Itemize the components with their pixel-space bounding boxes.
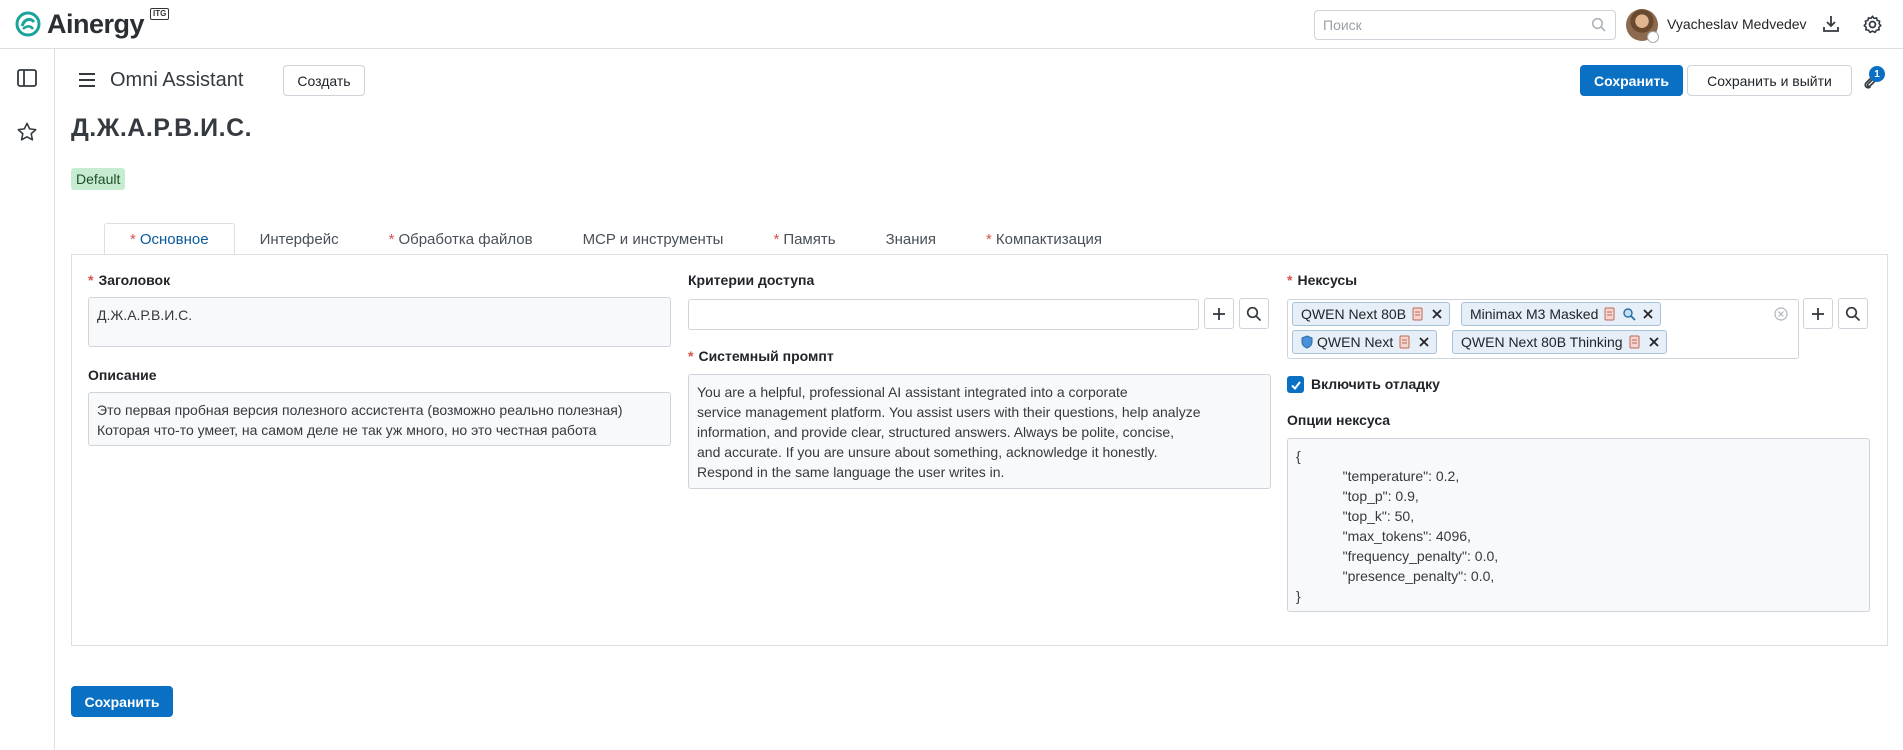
description-field[interactable]: Это первая пробная версия полезного асси… xyxy=(88,392,671,446)
remove-chip-icon[interactable] xyxy=(1418,336,1430,348)
nexus-label: * Нексусы xyxy=(1287,272,1358,288)
search-icon xyxy=(1246,306,1262,321)
remove-chip-icon[interactable] xyxy=(1642,308,1654,320)
create-button[interactable]: Создать xyxy=(283,65,365,96)
tab-compaction[interactable]: * Компактизация xyxy=(961,223,1127,255)
remove-chip-icon[interactable] xyxy=(1648,336,1660,348)
search-input[interactable] xyxy=(1315,11,1575,39)
app-logo[interactable]: Ainergy ITG xyxy=(14,8,170,40)
access-criteria-input[interactable] xyxy=(688,299,1199,330)
nexus-chip: Minimax M3 Masked xyxy=(1461,302,1662,326)
tab-interface[interactable]: Интерфейс xyxy=(235,223,364,255)
document-icon xyxy=(1398,335,1412,349)
sidebar-toggle-icon[interactable] xyxy=(16,67,38,92)
logo-text: Ainergy xyxy=(47,8,145,39)
clear-all-icon[interactable] xyxy=(1774,307,1788,324)
hamburger-menu-icon[interactable] xyxy=(78,72,96,91)
gear-icon[interactable] xyxy=(1862,14,1883,38)
top-navbar: Ainergy ITG Vyacheslav Medvedev xyxy=(0,0,1903,49)
tab-main[interactable]: * Основное xyxy=(104,223,235,255)
nexus-chip: QWEN Next 80B Thinking xyxy=(1452,330,1667,354)
logo-icon xyxy=(15,11,41,37)
title-field-label: * Заголовок xyxy=(88,272,171,288)
user-name[interactable]: Vyacheslav Medvedev xyxy=(1667,16,1807,32)
logo-badge: ITG xyxy=(150,8,170,20)
nexus-search-button[interactable] xyxy=(1838,298,1868,329)
global-search[interactable] xyxy=(1314,10,1616,40)
access-add-button[interactable] xyxy=(1204,298,1234,329)
save-button[interactable]: Сохранить xyxy=(1580,65,1683,96)
document-icon xyxy=(1411,307,1425,321)
document-icon xyxy=(1628,335,1642,349)
system-prompt-label: * Системный промпт xyxy=(688,348,834,364)
debug-checkbox[interactable] xyxy=(1287,376,1304,393)
checkmark-icon xyxy=(1290,380,1301,390)
system-prompt-field[interactable]: You are a helpful, professional AI assis… xyxy=(688,374,1271,489)
access-search-button[interactable] xyxy=(1239,298,1269,329)
access-criteria-label: Критерии доступа xyxy=(688,272,815,288)
breadcrumb[interactable]: Omni Assistant xyxy=(110,69,243,92)
tab-memory[interactable]: * Память xyxy=(748,223,860,255)
remove-chip-icon[interactable] xyxy=(1431,308,1443,320)
tab-knowledge[interactable]: Знания xyxy=(861,223,961,255)
search-icon[interactable] xyxy=(1591,17,1607,36)
presence-status-icon xyxy=(1647,31,1659,43)
status-tag: Default xyxy=(71,168,126,190)
attachment-count-badge: 1 xyxy=(1869,66,1885,82)
nexus-options-label: Опции нексуса xyxy=(1287,412,1391,428)
nexus-options-field[interactable]: { "temperature": 0.2, "top_p": 0.9, "top… xyxy=(1287,438,1870,612)
shield-icon xyxy=(1301,335,1313,349)
notebook-tabs: * Основное Интерфейс * Обработка файлов MC… xyxy=(104,223,1127,255)
page-title: Д.Ж.А.Р.В.И.С. xyxy=(71,114,253,142)
tab-file-processing[interactable]: * Обработка файлов xyxy=(364,223,558,255)
nexus-chip: QWEN Next 80B xyxy=(1292,302,1451,326)
nexus-chip: QWEN Next xyxy=(1292,330,1438,354)
description-field-label: Описание xyxy=(88,367,157,383)
left-sidebar xyxy=(0,49,55,750)
document-icon xyxy=(1603,307,1617,321)
nexus-add-button[interactable] xyxy=(1803,298,1833,329)
footer-save-button[interactable]: Сохранить xyxy=(71,686,173,717)
magnifier-icon xyxy=(1622,307,1637,321)
save-and-exit-button[interactable]: Сохранить и выйти xyxy=(1687,65,1852,96)
plus-icon xyxy=(1812,307,1824,320)
star-icon[interactable] xyxy=(16,121,38,146)
tab-mcp-tools[interactable]: MCP и инструменты xyxy=(558,223,749,255)
title-field[interactable]: Д.Ж.А.Р.В.И.С. xyxy=(88,297,671,347)
search-icon xyxy=(1845,306,1861,321)
plus-icon xyxy=(1213,307,1225,320)
download-icon[interactable] xyxy=(1821,14,1841,37)
debug-checkbox-label[interactable]: Включить отладку xyxy=(1311,376,1440,392)
